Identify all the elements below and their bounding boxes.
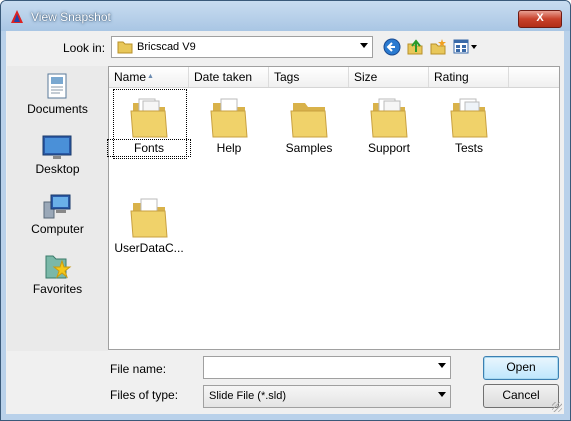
computer-icon — [43, 194, 71, 219]
folder-icon — [370, 98, 408, 138]
file-name: Samples — [285, 141, 333, 155]
list-item[interactable]: Support — [349, 89, 429, 159]
file-name-label: File name: — [110, 362, 167, 376]
desktop-icon — [42, 135, 72, 159]
title-bar[interactable]: View Snapshot X — [1, 1, 570, 31]
dialog-body: Look in: Bricscad V9 Documents Desktop C… — [6, 31, 564, 414]
list-item[interactable]: Samples — [269, 89, 349, 159]
close-button[interactable]: X — [518, 10, 562, 28]
column-rating[interactable]: Rating — [429, 67, 509, 87]
resize-grip[interactable] — [552, 402, 562, 412]
file-name: Support — [367, 141, 411, 155]
column-size[interactable]: Size — [349, 67, 429, 87]
column-header: Name ▲ Date taken Tags Size Rating — [109, 67, 559, 88]
views-menu-icon[interactable] — [453, 38, 479, 56]
folder-icon — [117, 41, 133, 54]
sort-ascending-icon: ▲ — [147, 73, 154, 80]
file-name: Help — [216, 141, 242, 155]
column-label: Tags — [274, 70, 300, 84]
place-desktop[interactable]: Desktop — [7, 128, 108, 184]
places-bar: Documents Desktop Computer Favorites — [7, 66, 108, 351]
column-label: Size — [354, 70, 378, 84]
file-type-value: Slide File (*.sld) — [209, 390, 287, 402]
list-item[interactable]: Fonts — [107, 89, 191, 159]
favorites-icon — [45, 255, 72, 279]
cancel-button[interactable]: Cancel — [483, 384, 559, 408]
look-in-label: Look in: — [63, 41, 106, 55]
file-list[interactable]: Name ▲ Date taken Tags Size Rating Fonts… — [107, 66, 560, 350]
file-type-dropdown[interactable]: Slide File (*.sld) — [203, 385, 451, 408]
app-icon — [11, 10, 23, 23]
chevron-down-icon[interactable] — [438, 392, 446, 397]
file-name: Tests — [454, 141, 483, 155]
dialog-window: View Snapshot X Look in: Bricscad V9 Doc… — [0, 0, 571, 421]
column-date-taken[interactable]: Date taken — [189, 67, 269, 87]
open-button[interactable]: Open — [483, 356, 559, 380]
window-title: View Snapshot — [31, 10, 111, 24]
place-computer[interactable]: Computer — [7, 188, 108, 244]
place-documents[interactable]: Documents — [7, 68, 108, 124]
look-in-value: Bricscad V9 — [137, 41, 196, 53]
place-favorites[interactable]: Favorites — [7, 248, 108, 304]
chevron-down-icon[interactable] — [360, 43, 368, 48]
file-name-input[interactable] — [203, 356, 451, 379]
place-label: Documents — [27, 102, 88, 116]
column-tags[interactable]: Tags — [269, 67, 349, 87]
folder-icon — [290, 103, 328, 138]
new-folder-icon[interactable] — [429, 38, 447, 56]
column-label: Date taken — [194, 70, 253, 84]
file-type-label: Files of type: — [110, 388, 179, 402]
column-label: Name — [114, 70, 147, 84]
folder-icon — [210, 98, 248, 138]
selection-box — [113, 89, 187, 159]
folder-icon — [130, 198, 168, 238]
place-label: Computer — [31, 222, 84, 236]
place-label: Favorites — [32, 282, 83, 296]
chevron-down-icon[interactable] — [438, 363, 446, 368]
back-arrow-icon[interactable] — [383, 38, 401, 56]
list-item[interactable]: Tests — [429, 89, 509, 159]
file-name: UserDataC... — [114, 241, 184, 255]
list-item[interactable]: Help — [189, 89, 269, 159]
place-label: Desktop — [35, 162, 80, 176]
column-label: Rating — [434, 70, 469, 84]
up-folder-icon[interactable] — [406, 38, 424, 56]
documents-icon — [47, 73, 67, 99]
column-name[interactable]: Name ▲ — [109, 67, 189, 87]
list-item[interactable]: UserDataC... — [109, 189, 189, 259]
folder-icon — [450, 98, 488, 138]
look-in-dropdown[interactable]: Bricscad V9 — [111, 36, 373, 58]
